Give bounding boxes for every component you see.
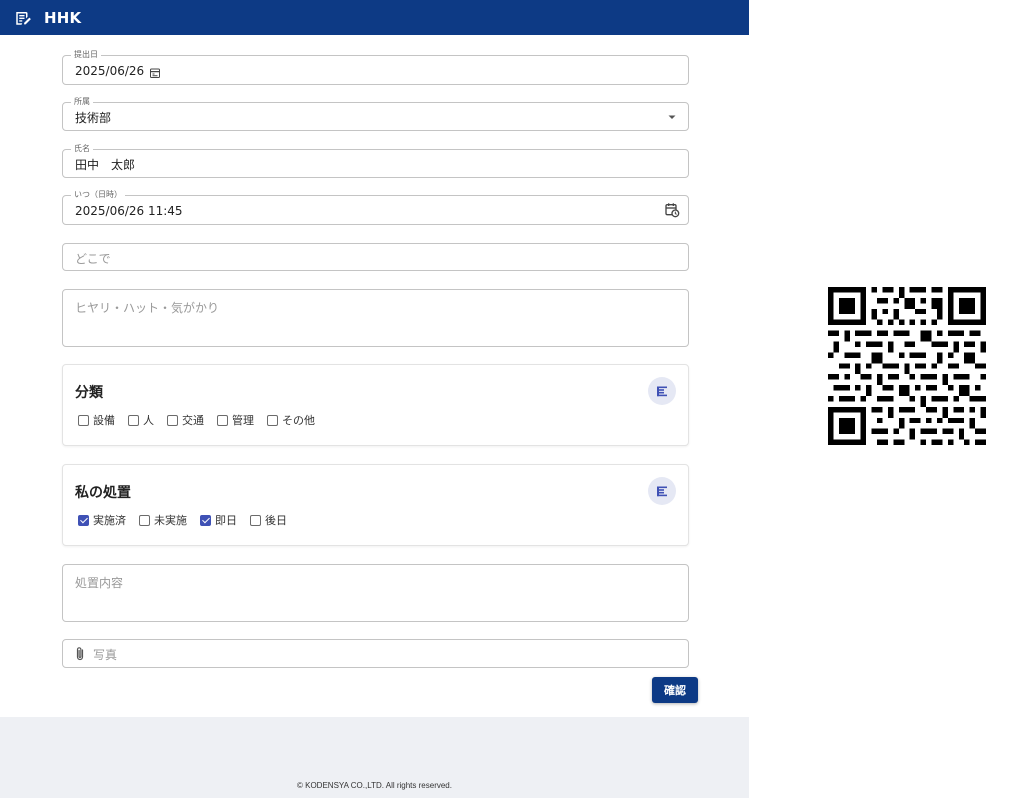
checkbox-checked[interactable] [78,514,89,526]
checkbox[interactable] [217,414,228,426]
list-icon [656,382,668,401]
action-details-placeholder: 処置内容 [75,576,124,590]
app-bar: HHK [0,0,749,35]
department-select[interactable]: 所属 技術部 [62,96,689,131]
checkbox-label: 交通 [182,414,204,427]
category-list-button[interactable] [648,377,676,405]
department-value: 技術部 [75,111,112,125]
footer-copyright: © KODENSYA CO.,LTD. All rights reserved. [297,781,452,790]
where-placeholder: どこで [75,252,111,266]
action-option-not-done[interactable]: 未実施 [139,512,187,528]
checkbox-label: その他 [282,414,315,427]
action-option-same-day[interactable]: 即日 [200,512,237,528]
submit-date-field[interactable]: 提出日 2025/06/26 [62,49,689,85]
where-field[interactable]: どこで [62,243,689,271]
submit-date-label: 提出日 [71,49,101,61]
action-details-textarea[interactable]: 処置内容 [62,564,689,622]
datetime-field[interactable]: いつ（日時） 2025/06/26 11:45 [62,189,689,225]
action-option-later[interactable]: 後日 [250,512,287,528]
list-icon [656,482,668,501]
checkbox[interactable] [139,514,150,526]
checkbox-label: 後日 [265,514,287,527]
checkbox-label: 設備 [93,414,115,427]
department-label: 所属 [71,96,93,108]
checkbox-label: 即日 [215,514,237,527]
datetime-label: いつ（日時） [71,189,125,201]
action-checkbox-group: 実施済 未実施 即日 後日 [78,512,300,528]
photo-placeholder: 写真 [93,648,118,662]
category-title: 分類 [75,385,103,401]
checkbox-label: 実施済 [93,514,126,527]
category-checkbox-group: 設備 人 交通 管理 その他 [78,412,328,428]
photo-field[interactable]: 写真 [62,639,689,668]
category-option-equipment[interactable]: 設備 [78,412,115,428]
confirm-button[interactable]: 確認 [652,677,698,703]
category-card: 分類 設備 人 交通 管理 その他 [62,364,689,446]
category-option-people[interactable]: 人 [128,412,154,428]
submit-date-value: 2025/06/26 [75,64,145,78]
checkbox[interactable] [78,414,89,426]
paperclip-icon[interactable] [74,646,86,662]
checkbox[interactable] [128,414,139,426]
category-option-management[interactable]: 管理 [217,412,254,428]
name-field[interactable]: 氏名 田中 太郎 [62,143,689,178]
checkbox-checked[interactable] [200,514,211,526]
app-window: HHK 提出日 2025/06/26 所属 技術部 氏名 田中 太郎 いつ（日時… [0,0,749,798]
calendar-clock-icon[interactable] [664,202,680,218]
category-option-other[interactable]: その他 [267,412,315,428]
action-title: 私の処置 [75,485,131,501]
qr-code-image [828,287,986,445]
dropdown-arrow-icon[interactable] [664,109,680,125]
category-option-traffic[interactable]: 交通 [167,412,204,428]
checkbox[interactable] [167,414,178,426]
datetime-value: 2025/06/26 11:45 [75,204,183,218]
footer: © KODENSYA CO.,LTD. All rights reserved. [0,717,749,798]
incident-textarea[interactable]: ヒヤリ・ハット・気がかり [62,289,689,347]
action-card: 私の処置 実施済 未実施 即日 後日 [62,464,689,546]
incident-placeholder: ヒヤリ・ハット・気がかり [75,301,220,315]
checkbox-label: 管理 [232,414,254,427]
checkbox-label: 人 [143,414,154,427]
name-label: 氏名 [71,143,93,155]
checkbox[interactable] [267,414,278,426]
checkbox[interactable] [250,514,261,526]
checkbox-label: 未実施 [154,514,187,527]
action-list-button[interactable] [648,477,676,505]
app-title: HHK [44,8,82,27]
edit-note-icon [13,8,33,28]
action-option-done[interactable]: 実施済 [78,512,126,528]
name-value: 田中 太郎 [75,158,136,172]
calendar-icon[interactable] [149,64,161,78]
